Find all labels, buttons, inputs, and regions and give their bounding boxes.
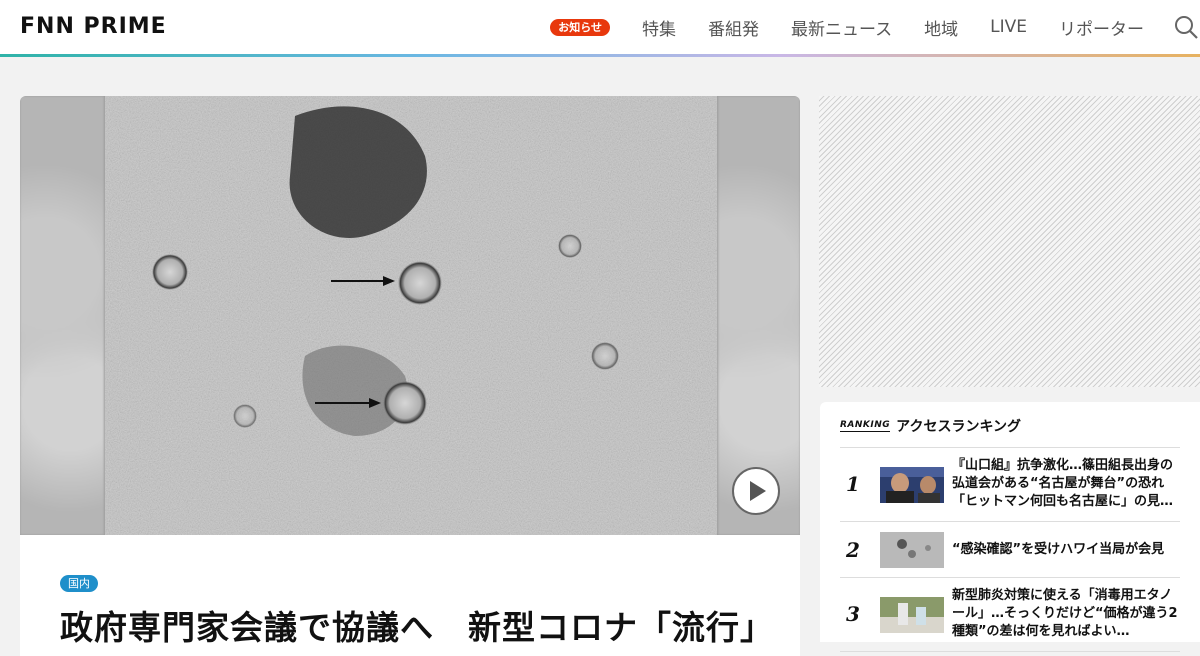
rank-number: 2 — [846, 538, 860, 562]
hero-article-card[interactable]: 国内 政府専門家会議で協議へ 新型コロナ「流行」 — [20, 96, 800, 656]
category-badge[interactable]: 国内 — [60, 575, 98, 592]
play-icon — [750, 481, 766, 501]
main-nav: お知らせ 特集 番組発 最新ニュース 地域 LIVE リポーター — [550, 0, 1144, 54]
video-play-button[interactable] — [732, 467, 780, 515]
nav-item-live[interactable]: LIVE — [990, 17, 1027, 37]
ranking-item[interactable]: 2 “感染確認”を受けハワイ当局が会見 — [840, 522, 1180, 578]
rank-number: 3 — [846, 602, 860, 626]
ranking-thumbnail[interactable] — [880, 532, 944, 568]
nav-item-region[interactable]: 地域 — [924, 15, 958, 40]
news-notice-badge[interactable]: お知らせ — [550, 18, 610, 36]
ranking-header: RANKING アクセスランキング — [840, 416, 1021, 436]
ranking-item[interactable]: 3 新型肺炎対策に使える「消毒用エタノール」…そっくりだけど“価格が違う2種類”… — [840, 578, 1180, 652]
nav-item-features[interactable]: 特集 — [642, 15, 676, 40]
ranking-title: アクセスランキング — [896, 419, 1022, 435]
access-ranking-panel: RANKING アクセスランキング 1 『山口組』抗争激化…篠田組長出身の弘道会… — [820, 402, 1200, 652]
site-logo[interactable]: FNN PRIME — [20, 14, 167, 39]
ranking-item[interactable]: 1 『山口組』抗争激化…篠田組長出身の弘道会がある“名古屋が舞台”の恐れ「ヒット… — [840, 448, 1180, 522]
hero-article-body: 国内 政府専門家会議で協議へ 新型コロナ「流行」 — [20, 535, 800, 656]
ranking-thumbnail[interactable] — [880, 597, 944, 633]
hero-headline[interactable]: 政府専門家会議で協議へ 新型コロナ「流行」 — [60, 601, 774, 649]
ranking-item-title[interactable]: 新型肺炎対策に使える「消毒用エタノール」…そっくりだけど“価格が違う2種類”の差… — [952, 587, 1178, 643]
search-icon[interactable] — [1174, 15, 1198, 39]
hero-image-micrograph[interactable] — [105, 96, 717, 535]
hero-image-blur-left — [20, 96, 104, 535]
ranking-item-title[interactable]: “感染確認”を受けハワイ当局が会見 — [952, 541, 1178, 561]
nav-item-programs[interactable]: 番組発 — [708, 15, 759, 40]
nav-item-latest-news[interactable]: 最新ニュース — [791, 15, 892, 40]
ranking-item-title[interactable]: 『山口組』抗争激化…篠田組長出身の弘道会がある“名古屋が舞台”の恐れ「ヒットマン… — [952, 457, 1178, 513]
nav-item-reporter[interactable]: リポーター — [1059, 15, 1144, 40]
rank-number: 1 — [846, 472, 860, 496]
ranking-label: RANKING — [840, 420, 891, 432]
ranking-list: 1 『山口組』抗争激化…篠田組長出身の弘道会がある“名古屋が舞台”の恐れ「ヒット… — [840, 447, 1180, 652]
header-gradient-line — [0, 54, 1200, 57]
ranking-thumbnail[interactable] — [880, 467, 944, 503]
hero-media[interactable] — [20, 96, 800, 535]
site-header: FNN PRIME お知らせ 特集 番組発 最新ニュース 地域 LIVE リポー… — [0, 0, 1200, 54]
ad-placeholder — [819, 96, 1200, 387]
